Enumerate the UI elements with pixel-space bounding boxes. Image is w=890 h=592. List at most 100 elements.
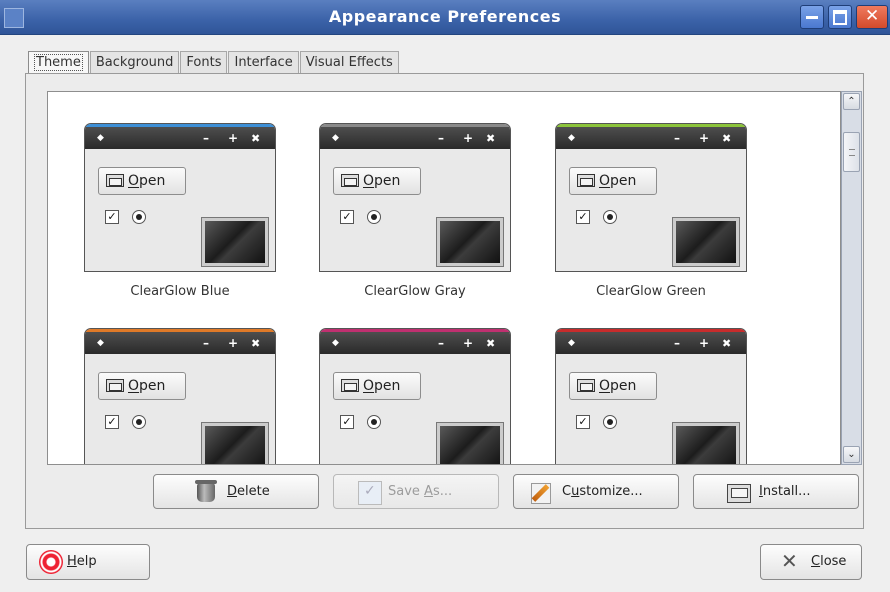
tab-theme-label: Theme [34,54,83,71]
tab-bar: Theme Background Fonts Interface Visual … [28,51,400,74]
chevron-up-icon: ⌃ [847,96,856,107]
theme-preview: ◆ – + ✖ Open ✓ [555,328,747,464]
preview-minimize-icon: – [674,131,680,145]
preview-checkbox: ✓ [576,415,590,429]
close-x-icon: ✕ [781,549,798,573]
install-label: Install... [759,484,811,499]
preview-menu-icon: ◆ [97,338,104,348]
delete-label: Delete [227,484,270,499]
preview-menu-icon: ◆ [332,338,339,348]
preview-close-icon: ✖ [251,337,261,350]
preview-minimize-icon: – [438,131,444,145]
preview-checkbox: ✓ [576,210,590,224]
theme-preview: ◆ – + ✖ Open ✓ [84,123,276,272]
preview-open-label: Open [599,173,637,189]
customize-icon [531,483,551,504]
tab-theme[interactable]: Theme [28,51,89,74]
folder-icon [341,379,359,392]
preview-maximize-icon: + [463,131,474,145]
minimize-button[interactable] [800,5,824,29]
preview-image-icon [673,423,739,464]
minimize-icon [806,16,818,19]
preview-image-icon [437,218,503,266]
theme-list-scrollbar[interactable]: ⌃ ⌄ [841,91,862,465]
delete-button[interactable]: Delete [153,474,319,509]
chevron-down-icon: ⌄ [847,449,856,460]
preview-open-label: Open [128,173,166,189]
preview-open-button: Open [333,167,421,195]
maximize-button[interactable] [828,5,852,29]
grip-icon [849,149,855,156]
folder-icon [577,379,595,392]
preview-checkbox: ✓ [340,415,354,429]
tab-background[interactable]: Background [89,51,180,73]
folder-icon [341,174,359,187]
preview-open-button: Open [569,167,657,195]
window-title: Appearance Preferences [328,7,562,26]
title-bar: Appearance Preferences ✕ [0,0,890,35]
tab-visual-effects[interactable]: Visual Effects [299,51,399,73]
preview-menu-icon: ◆ [332,133,339,143]
preview-menu-icon: ◆ [568,338,575,348]
preview-maximize-icon: + [699,336,710,350]
customize-button[interactable]: Customize... [513,474,679,509]
trash-icon [195,480,217,502]
preview-minimize-icon: – [203,131,209,145]
preview-open-label: Open [128,378,166,394]
preview-titlebar: ◆ – + ✖ [320,124,510,149]
save-as-icon [358,481,382,505]
preview-radio [603,210,617,224]
save-as-button[interactable]: Save As... [333,474,499,509]
install-button[interactable]: Install... [693,474,859,509]
preview-maximize-icon: + [228,336,239,350]
theme-preview: ◆ – + ✖ Open ✓ [555,123,747,272]
preview-close-icon: ✖ [251,132,261,145]
theme-preview: ◆ – + ✖ Open ✓ [319,123,511,272]
preview-minimize-icon: – [674,336,680,350]
window-close-button[interactable]: ✕ [856,5,888,29]
preview-open-label: Open [363,173,401,189]
preview-close-icon: ✖ [722,132,732,145]
preview-open-button: Open [98,372,186,400]
preview-radio [132,210,146,224]
tab-interface[interactable]: Interface [228,51,299,73]
preview-menu-icon: ◆ [568,133,575,143]
maximize-icon [833,10,847,25]
theme-preview: ◆ – + ✖ Open ✓ [319,328,511,464]
preview-image-icon [437,423,503,464]
preview-open-button: Open [333,372,421,400]
help-label: Help [67,554,97,569]
preview-image-icon [202,218,268,266]
preview-radio [367,415,381,429]
save-as-label: Save As... [388,484,453,499]
preview-radio [603,415,617,429]
preview-close-icon: ✖ [486,132,496,145]
preview-open-label: Open [599,378,637,394]
preview-titlebar: ◆ – + ✖ [556,124,746,149]
preview-close-icon: ✖ [722,337,732,350]
close-button[interactable]: ✕ Close [760,544,862,580]
scroll-down-button[interactable]: ⌄ [843,446,860,463]
preview-checkbox: ✓ [105,210,119,224]
theme-list[interactable]: ◆ – + ✖ Open ✓ ClearGlow Blue ◆ – + ✖ Open ✓ ClearGlo… [47,91,841,465]
preview-titlebar: ◆ – + ✖ [85,329,275,354]
help-icon [39,550,63,574]
preview-minimize-icon: – [203,336,209,350]
scroll-thumb[interactable] [843,132,860,172]
close-label: Close [811,554,847,569]
folder-icon [106,174,124,187]
preview-checkbox: ✓ [340,210,354,224]
tab-fonts[interactable]: Fonts [180,51,228,73]
preview-open-button: Open [98,167,186,195]
preview-titlebar: ◆ – + ✖ [85,124,275,149]
scroll-up-button[interactable]: ⌃ [843,93,860,110]
theme-preview: ◆ – + ✖ Open ✓ [84,328,276,464]
preview-close-icon: ✖ [486,337,496,350]
preview-image-icon [202,423,268,464]
preview-radio [132,415,146,429]
help-button[interactable]: Help [26,544,150,580]
preview-open-label: Open [363,378,401,394]
customize-label: Customize... [562,484,643,499]
preview-minimize-icon: – [438,336,444,350]
folder-icon [106,379,124,392]
